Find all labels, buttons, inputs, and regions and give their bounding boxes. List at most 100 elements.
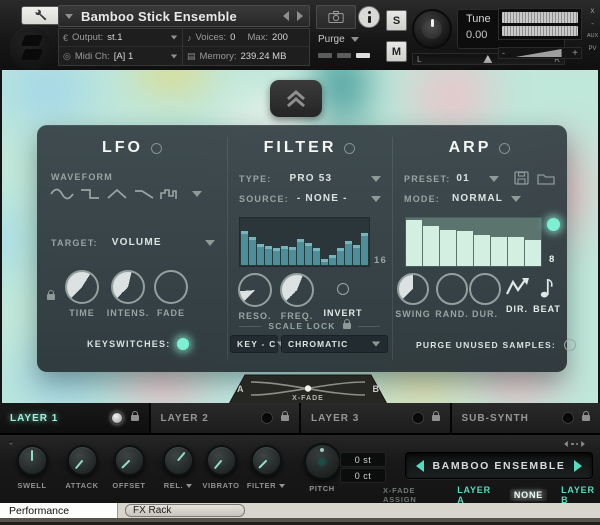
filter-knob[interactable] xyxy=(251,445,282,476)
fade-knob[interactable] xyxy=(154,270,188,304)
arp-preset-dropdown-icon[interactable] xyxy=(489,176,499,182)
scale-dropdown-icon[interactable] xyxy=(372,341,381,346)
filter-type-dropdown-icon[interactable] xyxy=(371,176,381,182)
scale-lock-icon[interactable] xyxy=(343,323,351,329)
edit-wrench-button[interactable] xyxy=(21,6,60,25)
layer-3-indicator[interactable] xyxy=(412,412,424,424)
arp-velocity-led[interactable] xyxy=(547,218,560,231)
arp-preset-row[interactable]: PRESET: 01 xyxy=(404,173,499,184)
filter-type-row[interactable]: TYPE: PRO 53 xyxy=(239,173,381,184)
ensemble-selector[interactable]: BAMBOO ENSEMBLE xyxy=(405,452,593,479)
release-dropdown-icon[interactable] xyxy=(186,484,192,488)
frequency-knob[interactable] xyxy=(280,273,314,307)
instrument-title-bar[interactable]: Bamboo Stick Ensemble xyxy=(58,5,310,27)
prev-ensemble-icon[interactable] xyxy=(416,460,424,472)
mute-button[interactable]: M xyxy=(386,41,407,62)
resonance-knob[interactable] xyxy=(238,273,272,307)
arp-mode-row[interactable]: MODE: NORMAL xyxy=(404,193,504,204)
layer-2-lock-icon[interactable] xyxy=(281,415,289,421)
filter-knob-group: FILTER xyxy=(238,445,294,490)
save-preset-icon[interactable] xyxy=(514,171,529,185)
arp-beat-group: BEAT xyxy=(519,275,575,314)
tab-performance[interactable]: Performance xyxy=(0,503,118,518)
next-instrument-icon[interactable] xyxy=(297,11,303,21)
next-ensemble-icon[interactable] xyxy=(574,460,582,472)
filter-source-dropdown-icon[interactable] xyxy=(371,196,381,202)
purge-label: Purge xyxy=(318,34,345,45)
lfo-power-led[interactable] xyxy=(151,143,162,154)
xfade-option-none[interactable]: NONE xyxy=(510,489,547,501)
layer-2-indicator[interactable] xyxy=(261,412,273,424)
tab-layer-1[interactable]: LAYER 1 xyxy=(0,403,149,433)
midi-row[interactable]: ◎ Midi Ch: [A] 1 xyxy=(59,47,183,65)
filter-power-led[interactable] xyxy=(344,143,355,154)
layer-3-lock-icon[interactable] xyxy=(432,415,440,421)
prev-instrument-icon[interactable] xyxy=(283,11,289,21)
offset-knob[interactable] xyxy=(114,445,145,476)
arp-power-led[interactable] xyxy=(499,143,510,154)
vibrato-knob[interactable] xyxy=(206,445,237,476)
info-button[interactable] xyxy=(358,6,380,28)
layer-1-lock-icon[interactable] xyxy=(131,415,139,421)
output-row[interactable]: € Output: st.1 xyxy=(59,29,183,47)
output-dropdown-icon[interactable] xyxy=(171,36,177,40)
swell-knob[interactable] xyxy=(17,445,48,476)
keyswitches-toggle[interactable] xyxy=(177,338,189,350)
arp-mode-dropdown-icon[interactable] xyxy=(511,196,521,202)
vibrato-knob-pointer xyxy=(213,459,222,469)
waveform-dropdown-icon[interactable] xyxy=(192,191,202,197)
solo-button[interactable]: S xyxy=(386,10,407,31)
sub-synth-indicator[interactable] xyxy=(562,412,574,424)
arp-velocity-steps[interactable] xyxy=(405,217,542,267)
volume-minus-label[interactable]: - xyxy=(502,48,505,58)
snapshot-camera-button[interactable] xyxy=(316,5,356,29)
time-knob[interactable] xyxy=(65,270,99,304)
tune-knob[interactable] xyxy=(412,9,452,49)
invert-toggle[interactable] xyxy=(337,283,349,295)
pitch-knob[interactable] xyxy=(304,443,341,480)
tab-layer-3[interactable]: LAYER 3 xyxy=(301,403,450,433)
pan-center-marker[interactable] xyxy=(483,55,492,63)
lfo-target-row[interactable]: TARGET: VOLUME xyxy=(51,237,215,248)
filter-dropdown-icon[interactable] xyxy=(279,484,285,488)
load-preset-icon[interactable] xyxy=(537,172,555,185)
attack-knob[interactable] xyxy=(67,445,98,476)
intensity-knob[interactable] xyxy=(111,270,145,304)
scroll-left-icon[interactable] xyxy=(564,441,568,447)
purge-unused-toggle[interactable] xyxy=(564,339,576,351)
close-button[interactable]: x xyxy=(585,4,600,17)
midi-dropdown-icon[interactable] xyxy=(171,54,177,58)
key-select[interactable]: KEY - C xyxy=(230,335,278,353)
target-dropdown-icon[interactable] xyxy=(205,240,215,246)
voices-icon: ♪ xyxy=(187,33,192,43)
filter-step-sequencer[interactable] xyxy=(239,217,370,267)
tab-fx-rack[interactable]: FX Rack xyxy=(125,504,245,517)
purge-dropdown-icon[interactable] xyxy=(351,37,359,42)
purge-menu[interactable]: Purge xyxy=(316,31,380,47)
instrument-menu-icon[interactable] xyxy=(65,14,73,19)
tab-sub-synth[interactable]: SUB-SYNTH xyxy=(452,403,600,433)
minimize-button[interactable]: - xyxy=(585,17,600,30)
filter-source-row[interactable]: SOURCE: - NONE - xyxy=(239,193,381,204)
sub-synth-lock-icon[interactable] xyxy=(582,415,590,421)
beat-note-icon[interactable] xyxy=(540,275,554,299)
tab-layer-2[interactable]: LAYER 2 xyxy=(151,403,300,433)
release-knob[interactable] xyxy=(163,445,194,476)
volume-wedge[interactable] xyxy=(516,49,562,57)
scale-select[interactable]: CHROMATIC xyxy=(281,335,388,353)
pitch-cent-display[interactable]: 0 ct xyxy=(340,468,386,483)
panel-scroller[interactable] xyxy=(563,439,586,449)
offset-knob-pointer xyxy=(121,459,130,468)
xfade-option-layer-a[interactable]: LAYER A xyxy=(457,485,496,505)
collapse-panel-button[interactable] xyxy=(270,80,322,117)
scroll-right-icon[interactable] xyxy=(581,441,585,447)
fx-rack-tab-label: FX Rack xyxy=(133,505,171,516)
xfade-option-layer-b[interactable]: LAYER B xyxy=(561,485,600,505)
xfade-control[interactable]: A B X-FADE xyxy=(229,374,387,404)
pitch-semitone-display[interactable]: 0 st xyxy=(340,452,386,467)
layer-1-indicator[interactable] xyxy=(111,412,123,424)
pv-button[interactable]: PV xyxy=(585,43,600,56)
aux-button[interactable]: AUX xyxy=(585,30,600,43)
volume-slider[interactable]: - + xyxy=(498,47,582,59)
volume-plus-label[interactable]: + xyxy=(572,48,578,59)
